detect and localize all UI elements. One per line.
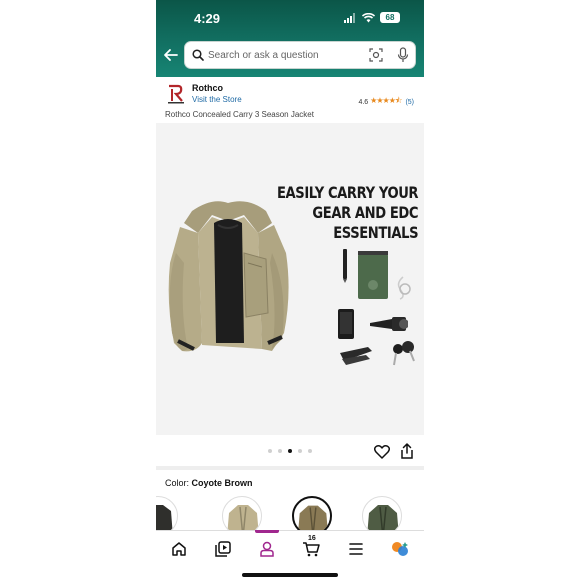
gallery-pagination[interactable] — [268, 449, 312, 453]
color-swatches — [156, 494, 424, 530]
keys-icon — [393, 341, 415, 366]
account-icon — [260, 541, 274, 557]
pagination-dot[interactable] — [298, 449, 302, 453]
rating-count[interactable]: (5) — [405, 99, 414, 106]
search-input[interactable] — [208, 42, 358, 68]
color-selector-label: Color: Coyote Brown — [165, 478, 253, 488]
visit-store-link[interactable]: Visit the Store — [192, 95, 242, 104]
multitool-icon — [340, 347, 372, 365]
phone-icon — [338, 309, 354, 339]
jacket-thumbnail — [156, 505, 173, 530]
home-indicator[interactable] — [242, 573, 338, 577]
flashlight-icon — [370, 317, 408, 331]
menu-icon — [349, 543, 363, 555]
jacket-thumbnail — [298, 505, 328, 530]
cart-count-badge: 16 — [308, 535, 316, 542]
star-rating-icon: ★★★★⯪ — [370, 96, 402, 105]
active-tab-indicator — [255, 530, 279, 533]
rothco-logo[interactable] — [166, 83, 186, 105]
signal-icon — [344, 12, 355, 23]
search-bar[interactable] — [184, 41, 416, 69]
color-label-text: Color: — [165, 478, 190, 488]
bottom-nav: 16 — [156, 530, 424, 580]
jacket-thumbnail — [227, 505, 259, 530]
section-divider — [156, 466, 424, 470]
search-icon — [192, 49, 204, 61]
home-icon — [172, 542, 186, 556]
brand-name: Rothco — [192, 83, 223, 93]
nav-cart[interactable]: 16 — [299, 535, 323, 559]
pagination-dot[interactable] — [268, 449, 272, 453]
nav-video[interactable] — [211, 539, 235, 559]
pagination-dot-active[interactable] — [288, 449, 292, 453]
color-swatch[interactable] — [156, 496, 178, 530]
gallery-controls — [156, 436, 424, 466]
product-title: Rothco Concealed Carry 3 Season Jacket — [165, 110, 314, 119]
pen-icon — [343, 249, 347, 283]
microphone-icon[interactable] — [397, 47, 409, 63]
status-icons: 68 — [344, 12, 400, 23]
back-arrow-icon[interactable] — [162, 46, 180, 64]
nav-rufus[interactable] — [388, 539, 412, 559]
nav-menu[interactable] — [344, 539, 368, 559]
rating[interactable]: 4.6 ★★★★⯪ (5) — [358, 95, 414, 109]
share-icon[interactable] — [400, 443, 414, 459]
color-swatch[interactable] — [362, 496, 402, 530]
battery-icon: 68 — [380, 12, 400, 23]
earpiece-icon — [397, 276, 411, 300]
color-swatch[interactable] — [222, 496, 262, 530]
nav-home[interactable] — [167, 539, 191, 559]
notepad-icon — [358, 251, 388, 299]
rufus-assistant-icon — [392, 542, 408, 556]
status-time: 4:29 — [194, 11, 221, 26]
product-image-gallery[interactable]: EASILY CARRY YOUR GEAR AND EDC ESSENTIAL… — [156, 123, 424, 435]
jacket-image — [168, 201, 289, 352]
color-swatch-selected[interactable] — [292, 496, 332, 530]
headline-line: GEAR AND EDC — [312, 203, 418, 222]
headline-line: EASILY CARRY YOUR — [276, 183, 419, 202]
pagination-dot[interactable] — [308, 449, 312, 453]
seller-section: Rothco Visit the Store 4.6 ★★★★⯪ (5) Rot… — [156, 78, 424, 122]
video-icon — [215, 541, 231, 557]
selected-color-name: Coyote Brown — [191, 478, 253, 488]
camera-lens-icon[interactable] — [369, 48, 383, 62]
jacket-thumbnail — [367, 505, 399, 530]
nav-account[interactable] — [255, 539, 279, 559]
headline-line: ESSENTIALS — [333, 223, 418, 242]
wifi-icon — [362, 12, 375, 22]
rating-value: 4.6 — [358, 98, 369, 106]
heart-icon[interactable] — [374, 444, 390, 459]
header: 4:29 68 — [156, 0, 424, 77]
cart-icon — [303, 542, 320, 557]
pagination-dot[interactable] — [278, 449, 282, 453]
phone-screen: 4:29 68 Search or ask a question Rothco … — [156, 0, 424, 580]
image-headline: EASILY CARRY YOUR GEAR AND EDC ESSENTIAL… — [276, 183, 419, 243]
